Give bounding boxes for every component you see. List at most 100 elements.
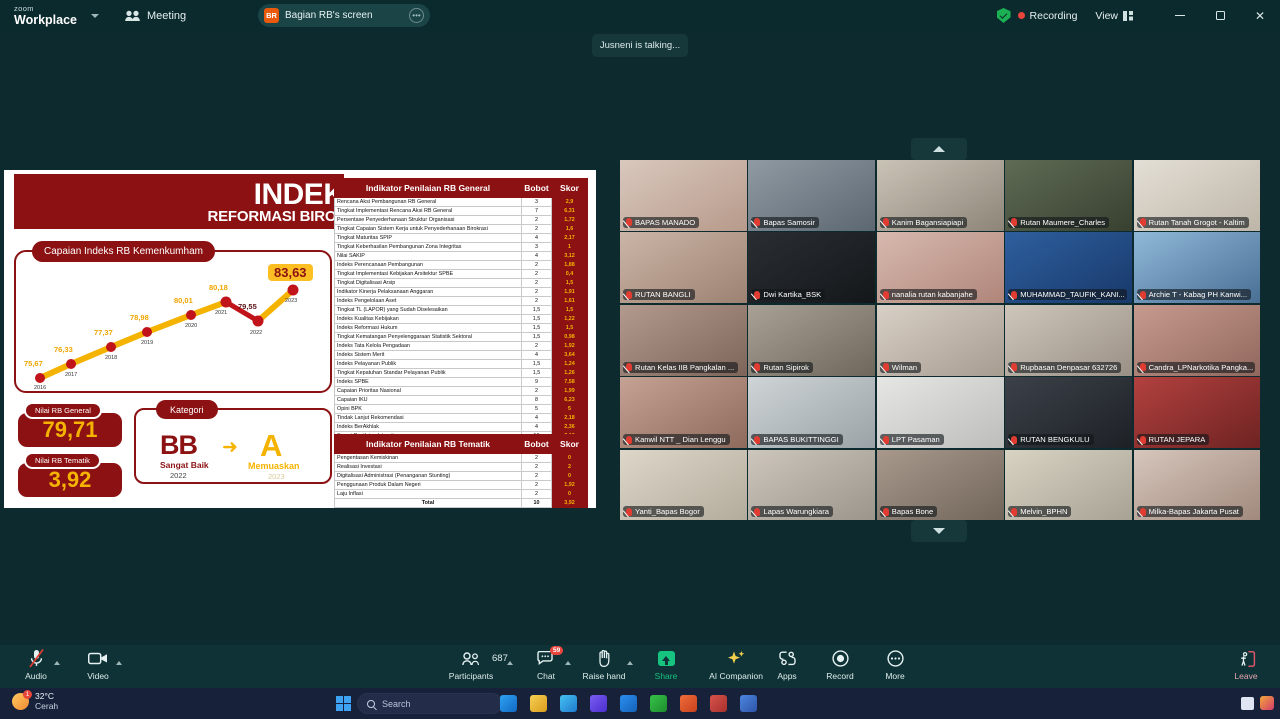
video-options-caret-icon[interactable] [116, 661, 122, 665]
people-icon [125, 10, 140, 21]
sun-icon: 1 [12, 690, 32, 711]
chat-caret-icon[interactable] [565, 661, 571, 665]
zoom-logo: zoom Workplace [14, 5, 77, 26]
tray-icon-app[interactable] [1260, 696, 1274, 710]
table-cell-skor: 1,24 [551, 359, 588, 369]
participants-button[interactable]: 687 Participants [443, 649, 513, 681]
video-tile[interactable]: Rutan Tanah Grogot - Kaltim [1133, 160, 1261, 231]
taskbar-icon-whatsapp[interactable] [650, 695, 667, 712]
chat-button[interactable]: 59 Chat [518, 646, 574, 681]
audio-options-caret-icon[interactable] [54, 661, 60, 665]
table-cell-skor: 2,9 [551, 197, 588, 207]
video-tile[interactable]: Yanti_Bapas Bogor [620, 449, 747, 521]
shared-screen-pill[interactable]: BR Bagian RB's screen ••• [258, 4, 430, 27]
video-tile[interactable]: RUTAN BANGLI [620, 232, 747, 304]
participant-nameplate: RUTAN BENGKULU [1008, 434, 1094, 446]
video-tile[interactable]: LPT Pasaman [876, 377, 1004, 449]
zoom-titlebar: zoom Workplace Meeting BR Bagian RB's sc… [0, 0, 1280, 31]
windows-start-icon[interactable] [336, 696, 351, 711]
video-tile[interactable]: Candra_LPNarkotika Pangka... [1133, 304, 1261, 376]
taskbar-icon-store[interactable] [560, 695, 577, 712]
audio-button[interactable]: Audio [8, 649, 64, 681]
video-tile[interactable]: RUTAN BENGKULU [1005, 377, 1133, 449]
taskbar-icon-zoom[interactable] [620, 695, 637, 712]
video-tile[interactable]: Wilman [876, 304, 1004, 376]
microphone-muted-icon [626, 507, 632, 516]
taskbar-icon-edge[interactable] [500, 695, 517, 712]
layout-grid-icon[interactable] [1123, 10, 1134, 21]
video-tile[interactable]: Rupbasan Denpasar 632726 [1005, 304, 1133, 376]
taskbar-search-input[interactable]: Search [357, 693, 503, 714]
taskbar-icon-word[interactable] [740, 695, 757, 712]
table-cell-ind: Indeks Reformasi Hukum [334, 323, 522, 333]
nilai-rb-general-tag: Nilai RB General [24, 402, 102, 419]
table-cell-bobot: 2 [521, 386, 552, 396]
video-tile[interactable]: Rutan Sipirok [748, 304, 876, 376]
video-tile[interactable]: Dwi Kartika_BSK [748, 232, 876, 304]
video-tile[interactable]: Archie T - Kabag PH Kanwi... [1133, 232, 1261, 304]
participant-name: nanalia rutan kabanjahe [891, 290, 973, 300]
participant-name: Yanti_Bapas Bogor [635, 507, 700, 517]
participant-nameplate: Dwi Kartika_BSK [751, 289, 826, 301]
raise-hand-caret-icon[interactable] [627, 661, 633, 665]
table-row: Tingkat Capaian Sistem Kerja untuk Penye… [334, 224, 588, 234]
video-tile[interactable]: Kanwil NTT _ Dian Lenggu [620, 377, 747, 449]
table-cell-skor: 0,98 [551, 332, 588, 342]
taskbar-icon-teams[interactable] [590, 695, 607, 712]
participant-nameplate: LPT Pasaman [879, 434, 944, 446]
video-tile[interactable]: nanalia rutan kabanjahe [876, 232, 1004, 304]
weather-widget[interactable]: 1 32°C Cerah [12, 690, 58, 712]
grid-scroll-down-button[interactable] [911, 520, 967, 542]
video-tile[interactable]: Bapas Bone [876, 449, 1004, 521]
participant-nameplate: Rutan Tanah Grogot - Kaltim [1136, 216, 1249, 228]
shared-screen-avatar: BR [264, 8, 279, 23]
video-tile[interactable]: Lapas Warungkiara [748, 449, 876, 521]
video-tile[interactable]: RUTAN JEPARA [1133, 377, 1261, 449]
record-button[interactable]: Record [812, 649, 868, 681]
participants-caret-icon[interactable] [507, 661, 513, 665]
leave-meeting-icon [1237, 649, 1256, 668]
apps-button[interactable]: Apps [759, 649, 815, 681]
video-tile[interactable]: Rutan Kelas IIB Pangkalan ... [620, 304, 747, 376]
encryption-shield-icon[interactable] [996, 8, 1011, 23]
taskbar-icon-pdf[interactable] [710, 695, 727, 712]
video-tile[interactable]: Melvin_BPHN [1005, 449, 1133, 521]
grid-scroll-up-button[interactable] [911, 138, 967, 160]
table-cell-skor: 1,61 [551, 296, 588, 306]
video-tile[interactable]: Rutan Maumere_Charles [1005, 160, 1133, 231]
more-options-icon[interactable]: ••• [409, 8, 424, 23]
chevron-down-icon[interactable] [91, 13, 99, 18]
video-tile[interactable]: Bapas Samosir [748, 160, 876, 231]
raise-hand-icon [597, 649, 612, 668]
leave-button[interactable]: Leave [1218, 649, 1274, 681]
more-button[interactable]: More [867, 649, 923, 681]
view-button-label[interactable]: View [1095, 10, 1118, 22]
chart-year-2022: 2022 [250, 330, 263, 336]
share-button[interactable]: Share [638, 649, 694, 681]
rb-tematik-table-wrap: Indikator Penilaian RB Tematik Bobot Sko… [334, 434, 588, 508]
table-cell-bobot: 2 [521, 224, 552, 234]
titlebar-right-controls: Recording View ✕ [996, 0, 1280, 31]
table-cell-skor: 0 [551, 489, 588, 499]
tray-icon-notifications[interactable] [1241, 696, 1254, 710]
tab-meeting[interactable]: Meeting [125, 10, 186, 22]
table-row: Tingkat Implementasi Rencana Aksi RB Gen… [334, 206, 588, 216]
video-tile[interactable]: MUHAMMAD_TAUFIK_KANI... [1005, 232, 1133, 304]
video-tile[interactable]: Kanim Bagansiapiapi [876, 160, 1004, 231]
close-button[interactable]: ✕ [1240, 0, 1280, 31]
taskbar-icon-explorer[interactable] [530, 695, 547, 712]
taskbar-icon-firefox[interactable] [680, 695, 697, 712]
participant-name: Wilman [891, 362, 918, 372]
video-button[interactable]: Video [70, 649, 126, 681]
minimize-button[interactable] [1160, 0, 1200, 31]
video-tile[interactable]: BAPAS BUKITTINGGI [748, 377, 876, 449]
video-tile[interactable]: BAPAS MANADO [620, 160, 747, 231]
table-cell-ind: Indeks BerAkhlak [334, 422, 522, 432]
table-cell-ind: Persentase Penyederhanaan Struktur Organ… [334, 215, 522, 225]
maximize-button[interactable] [1200, 0, 1240, 31]
video-tile[interactable]: Milka-Bapas Jakarta Pusat [1133, 449, 1261, 521]
participant-name: Lapas Warungkiara [763, 507, 829, 517]
table-cell-skor: 5 [551, 404, 588, 414]
raise-hand-button[interactable]: Raise hand [576, 649, 633, 681]
table-total-skor: 3,92 [551, 498, 588, 508]
